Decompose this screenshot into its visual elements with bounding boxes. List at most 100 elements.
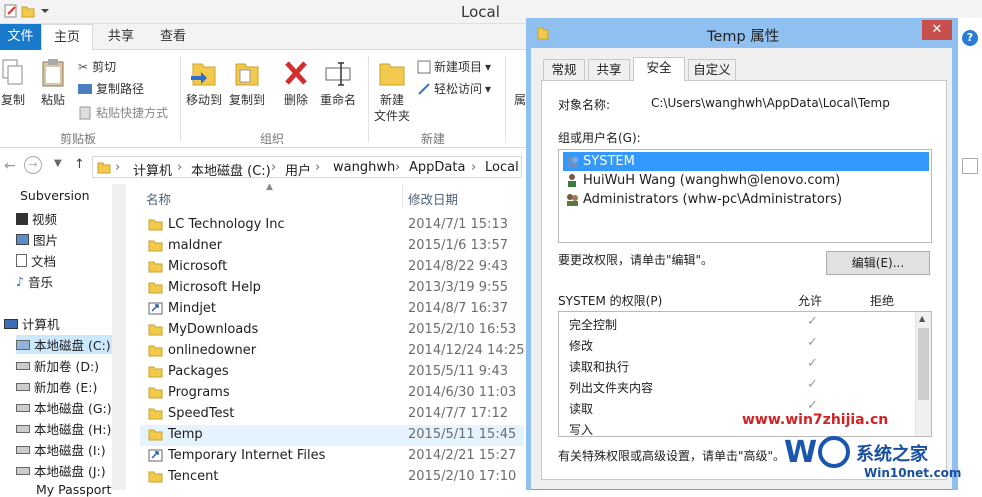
breadcrumb-computer[interactable]: 计算机: [133, 160, 172, 179]
list-item[interactable]: Programs 2014/6/30 11:03: [140, 383, 524, 404]
nav-item-videos[interactable]: 视频: [16, 209, 57, 228]
address-box[interactable]: › 计算机 › 本地磁盘 (C:) › 用户 › wanghwh › AppDa…: [92, 156, 522, 179]
nav-item-drive-e[interactable]: 新加卷 (E:): [16, 377, 97, 396]
list-item[interactable]: Microsoft Help 2013/3/19 9:55: [140, 278, 524, 299]
sort-up-icon: ▲: [266, 184, 273, 192]
copy-to-button[interactable]: 复制到: [228, 58, 266, 108]
allow-check-icon: ✓: [807, 314, 818, 329]
paste-shortcut-button[interactable]: 粘贴快捷方式: [78, 105, 168, 121]
list-item[interactable]: Temporary Internet Files 2014/2/21 15:27: [140, 446, 524, 467]
copy-button[interactable]: 复制: [0, 58, 26, 108]
column-header-date[interactable]: 修改日期: [408, 189, 458, 208]
list-item[interactable]: maldner 2015/1/6 13:57: [140, 236, 524, 257]
properties-icon[interactable]: [4, 4, 18, 18]
nav-item-label: 音乐: [27, 275, 53, 290]
drive-icon: [16, 424, 30, 433]
nav-item-drive-c[interactable]: 本地磁盘 (C:): [16, 335, 112, 354]
list-item[interactable]: MyDownloads 2015/2/10 16:53: [140, 320, 524, 341]
breadcrumb-local[interactable]: Local: [485, 160, 519, 175]
cut-button[interactable]: ✂ 剪切: [78, 59, 116, 75]
column-header-name[interactable]: 名称: [146, 189, 171, 208]
paste-label: 粘贴: [40, 93, 65, 107]
list-item[interactable]: Mindjet 2014/8/7 16:37: [140, 299, 524, 320]
edit-button[interactable]: 编辑(E)...: [826, 251, 930, 275]
file-date: 2014/6/30 11:03: [408, 385, 517, 400]
allow-check-icon: ✓: [807, 356, 818, 371]
new-folder-button[interactable]: 新建 文件夹: [372, 58, 412, 124]
user-row-system[interactable]: SYSTEM: [563, 152, 929, 171]
nav-item-music[interactable]: ♪ 音乐: [16, 272, 53, 291]
open-group-partial[interactable]: 属: [514, 92, 526, 108]
rename-button[interactable]: 重命名: [318, 58, 358, 108]
nav-item-drive-d[interactable]: 新加卷 (D:): [16, 356, 99, 375]
folder-icon: [537, 27, 549, 40]
paste-button[interactable]: 粘贴: [37, 58, 69, 108]
tab-file[interactable]: 文件: [0, 24, 41, 50]
file-date: 2014/7/7 17:12: [408, 406, 508, 421]
tab-security[interactable]: 安全: [633, 57, 685, 82]
nav-item-subversion[interactable]: Subversion: [20, 188, 90, 203]
file-name: Mindjet: [168, 301, 217, 316]
recent-locations-icon[interactable]: ▼: [54, 158, 62, 169]
chevron-down-icon[interactable]: [38, 4, 52, 18]
watermark-url: Win10net.com: [864, 466, 962, 480]
window-title: Local: [461, 3, 500, 21]
up-icon[interactable]: ↑: [74, 157, 85, 172]
nav-item-label: 新加卷 (D:): [34, 359, 100, 374]
new-item-button[interactable]: 新建项目 ▾: [417, 59, 491, 75]
close-icon[interactable]: ✕: [922, 20, 952, 40]
list-item[interactable]: Packages 2015/5/11 9:43: [140, 362, 524, 383]
nav-item-pictures[interactable]: 图片: [16, 230, 58, 249]
move-to-button[interactable]: 移动到: [185, 58, 223, 108]
file-date: 2014/8/22 9:43: [408, 259, 508, 274]
music-icon: ♪: [16, 274, 24, 289]
nav-item-drive-j[interactable]: 本地磁盘 (J:): [16, 461, 106, 480]
easy-access-button[interactable]: 轻松访问 ▾: [417, 81, 491, 97]
tab-sharing[interactable]: 共享: [588, 59, 630, 81]
nav-item-drive-i[interactable]: 本地磁盘 (I:): [16, 440, 106, 459]
nav-item-drive-h[interactable]: 本地磁盘 (H:): [16, 419, 111, 438]
permissions-label: SYSTEM 的权限(P): [558, 294, 663, 308]
breadcrumb-appdata[interactable]: AppData: [409, 160, 465, 175]
breadcrumb-drive-c[interactable]: 本地磁盘 (C:): [191, 160, 271, 179]
user-row-huiwuh[interactable]: HuiWuH Wang (wanghwh@lenovo.com): [563, 171, 929, 190]
list-item[interactable]: onlinedowner 2014/12/24 14:25: [140, 341, 525, 362]
group-divider: [180, 56, 181, 142]
list-item[interactable]: Microsoft 2014/8/22 9:43: [140, 257, 524, 278]
user-row-administrators[interactable]: Administrators (whw-pc\Administrators): [563, 190, 929, 209]
delete-button[interactable]: 删除: [280, 58, 312, 108]
scroll-thumb[interactable]: [918, 328, 929, 400]
organize-group-label: 组织: [260, 132, 285, 146]
breadcrumb-user[interactable]: wanghwh: [333, 160, 395, 175]
tab-home[interactable]: 主页: [41, 24, 93, 51]
permissions-scrollbar[interactable]: ▲: [915, 312, 931, 436]
list-item[interactable]: LC Technology Inc 2014/7/1 15:13: [140, 215, 524, 236]
object-name-label: 对象名称:: [558, 98, 611, 112]
list-item[interactable]: SpeedTest 2014/7/7 17:12: [140, 404, 524, 425]
nav-scrollbar[interactable]: [112, 184, 126, 490]
tab-customize[interactable]: 自定义: [688, 59, 736, 81]
tab-view[interactable]: 查看: [150, 24, 196, 50]
scroll-up-icon[interactable]: ▲: [919, 314, 925, 323]
breadcrumb-separator-icon: ›: [115, 160, 121, 175]
breadcrumb-users[interactable]: 用户: [285, 160, 311, 179]
tab-general[interactable]: 常规: [543, 59, 585, 81]
back-icon[interactable]: ←: [4, 158, 16, 174]
forward-icon[interactable]: →: [24, 156, 42, 174]
tab-share[interactable]: 共享: [100, 24, 142, 50]
nav-item-documents[interactable]: 文档: [16, 251, 56, 270]
new-folder-icon[interactable]: [21, 4, 35, 18]
file-date: 2014/8/7 16:37: [408, 301, 508, 316]
users-listbox[interactable]: SYSTEM HuiWuH Wang (wanghwh@lenovo.com) …: [558, 149, 932, 243]
permission-name: 读取和执行: [569, 360, 630, 374]
help-icon[interactable]: ?: [962, 30, 978, 46]
copy-label: 复制: [0, 93, 25, 107]
list-item[interactable]: Tencent 2015/2/10 17:10: [140, 467, 524, 488]
drive-icon: [16, 403, 30, 412]
copy-path-button[interactable]: 复制路径: [78, 81, 144, 97]
delete-icon: [285, 61, 307, 85]
nav-item-computer[interactable]: 计算机: [4, 314, 60, 333]
list-item[interactable]: Temp 2015/5/11 15:45: [140, 425, 524, 446]
view-toggle-icon[interactable]: [962, 158, 978, 174]
nav-item-drive-g[interactable]: 本地磁盘 (G:): [16, 398, 112, 417]
